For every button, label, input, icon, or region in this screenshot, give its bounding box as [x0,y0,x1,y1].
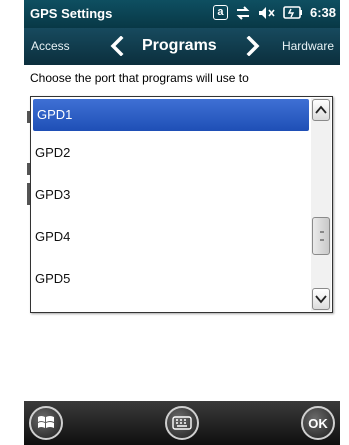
scroll-up-button[interactable] [312,99,330,121]
port-dropdown-list[interactable]: GPD1 GPD2 GPD3 GPD4 GPD5 [30,96,333,313]
list-item-selected[interactable]: GPD1 [33,99,309,131]
ok-button[interactable]: OK [301,406,335,440]
list-item[interactable]: GPD4 [31,219,311,255]
tab-access[interactable]: Access [31,39,70,53]
keyboard-button[interactable] [165,406,199,440]
tab-hardware[interactable]: Hardware [282,39,334,53]
chevron-left-icon[interactable] [110,35,124,61]
list-item[interactable]: GPD5 [31,261,311,297]
start-button[interactable] [29,406,63,440]
status-bar: GPS Settings a 6:38 [24,0,340,28]
chevron-up-icon [315,105,327,114]
app-title: GPS Settings [30,6,113,21]
tab-programs[interactable]: Programs [142,37,217,55]
device-screen: GPS Settings a 6:38 Access Programs Hard… [24,0,340,445]
keyboard-icon [172,416,192,430]
speaker-muted-icon[interactable] [258,6,276,20]
scroll-thumb[interactable] [312,217,330,255]
status-icons: a 6:38 [212,5,336,20]
grip-line [320,231,324,233]
scrollbar[interactable] [311,98,331,311]
battery-icon[interactable] [283,6,303,19]
chevron-down-icon [315,295,327,304]
bottom-softkey-bar: OK [24,401,340,445]
settings-content: Choose the port that programs will use t… [24,65,340,401]
instruction-text: Choose the port that programs will use t… [30,71,249,85]
tab-navigation-bar: Access Programs Hardware [24,28,340,65]
list-item[interactable]: GPD3 [31,177,311,213]
list-item[interactable]: GPD2 [31,135,311,171]
connectivity-icon[interactable] [235,5,251,20]
chevron-right-icon[interactable] [246,35,260,61]
scroll-down-button[interactable] [312,288,330,310]
clock: 6:38 [309,5,336,20]
windows-logo-icon [38,416,54,428]
grip-line [320,239,324,241]
alpha-mode-icon: a [212,5,228,20]
